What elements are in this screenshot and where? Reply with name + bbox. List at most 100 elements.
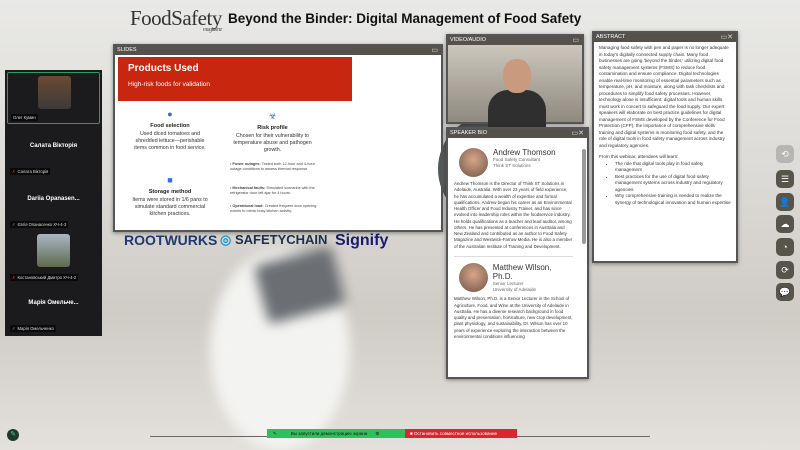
participant-video [37,234,70,267]
maximize-close-icon[interactable]: ▭✕ [572,129,584,138]
share-status-text: Вы запустили демонстрацию экрана [290,431,368,436]
maximize-icon[interactable]: ▭ [431,46,438,55]
participant-display-name: Салата Вікторія [29,143,78,149]
cloud-transfer-icon[interactable]: ☁ [776,215,794,233]
participant-label: Марія Омельченко [17,326,54,331]
safetychain-logo-icon: ◎ [220,232,235,247]
slide-bullet: • Power outages: Tested both 12-hour and… [230,162,315,171]
biohazard-icon: ☣ [268,111,277,121]
maximize-icon[interactable]: ▭ [572,36,579,45]
bio-header[interactable]: SPEAKER BIO ▭✕ [448,129,587,138]
stop-sharing-label: Остановить совместное использование [413,431,498,436]
abstract-header[interactable]: ABSTRACT ▭✕ [594,33,736,42]
slide-bullet: • Operational load: Created frequent doo… [230,204,317,213]
abstract-point: Best practices for the use of digital fo… [615,174,731,194]
participant-name: ✗ Салата Вікторія [10,168,51,175]
food-selection-title: Food selection [150,123,190,130]
risk-title: Risk profile [257,125,288,132]
bullet-bold: Mechanical faults: [232,186,266,190]
risk-text: Chosen for their vulnerability to temper… [233,132,312,153]
slide-bullet: • Mechanical faults: Simulated scenarios… [230,186,315,195]
user-check-icon[interactable]: 👤 [776,193,794,211]
participant-name: ✗ Євгія Опанасенко ХЧ-4-3 [10,221,69,228]
gauge-icon[interactable]: ◔ [776,238,794,256]
participant-label: Євгія Опанасенко ХЧ-4-3 [17,222,67,227]
chat-icon[interactable]: 💬 [776,283,794,301]
risk-block: ☣ Risk profile Chosen for their vulnerabil… [230,110,315,154]
bio-content: Andrew Thomson Food Safety Consultant Thin… [448,138,579,377]
abstract-header-label: ABSTRACT [596,34,626,40]
mic-muted-icon: ✗ [12,275,16,280]
participant-name: ✗ Марія Омельченко [10,325,56,332]
screen-share-status[interactable]: ✎ Вы запустили демонстрацию экрана ⚙ [267,429,405,438]
page-title: Beyond the Binder: Digital Management of… [228,11,582,26]
participant-name: Олег Кумин [11,114,38,121]
slide-title: Products Used [128,63,199,74]
video-header-label: VIDEO/AUDIO [450,37,487,43]
abstract-point: Why comprehensive training is needed to … [615,193,731,206]
settings-icon[interactable]: ⚙ [375,431,379,436]
participant-tile[interactable]: Олег Кумин [7,72,100,124]
slides-header[interactable]: SLIDES ▭ [115,46,441,55]
speaker-org: Think ST Solutions [493,162,531,168]
group-refresh-icon[interactable]: ⟳ [776,261,794,279]
bio-header-label: SPEAKER BIO [450,130,487,136]
bio-scrollbar[interactable] [582,149,586,244]
participant-label: Костановський Дмитро ХЧ-4-2 [17,275,77,280]
participants-panel: Олег Кумин Салата Вікторія ✗ Салата Віктор… [5,70,102,336]
video-window[interactable]: VIDEO/AUDIO ▭ [446,34,584,130]
stop-sharing-button[interactable]: ■ Остановить совместное использование [405,429,517,438]
storage-block: ■ Storage method Items were stored in 1/6 … [130,174,210,218]
speaker-video [448,45,582,130]
bullet-bold: Operational load: [232,204,264,208]
avatar [459,148,488,177]
divider [454,255,573,257]
storage-title: Storage method [148,189,192,196]
storage-text: Items were stored in 1/6 pans to simulat… [132,196,208,217]
participant-name: ✗ Костановський Дмитро ХЧ-4-2 [10,274,79,281]
food-selection-block: ● Food selection Used diced tomatoes and s… [130,108,210,152]
reset-layout-icon[interactable]: ⟲ [776,145,794,163]
participant-video [38,76,71,109]
participant-tile[interactable]: ✗ Костановський Дмитро ХЧ-4-2 [7,231,100,283]
participant-label: Салата Вікторія [17,169,49,174]
speaker-bio-text: Matthew Wilson, Ph.D. is a Senior Lectur… [454,296,573,339]
abstract-window[interactable]: ABSTRACT ▭✕ Managing food safety with pen… [592,31,738,263]
bullet-bold: Power outages: [232,162,261,166]
mic-muted-icon: ✗ [12,326,16,331]
video-header[interactable]: VIDEO/AUDIO ▭ [448,36,582,45]
speaker-bio-window[interactable]: SPEAKER BIO ▭✕ Andrew Thomson Food Safety … [446,127,589,379]
speaker-name: Andrew Thomson [493,148,556,157]
speaker-org: University of Adelaide [492,286,537,292]
apple-icon: ● [167,109,173,119]
participant-tile[interactable]: Салата Вікторія ✗ Салата Вікторія [7,125,100,177]
slide-subtitle: High-risk foods for validation [128,81,211,88]
participant-display-name: Марія Омельче... [28,300,79,306]
participant-display-name: Dariia Opanasen... [27,196,80,202]
menu-icon[interactable]: ☰ [776,170,794,188]
maximize-close-icon[interactable]: ▭✕ [721,33,733,42]
abstract-point: The role that digital tools play in food… [615,161,731,174]
sponsor-rootwurks: ROOTWURKS [124,232,218,248]
slides-header-label: SLIDES [117,47,137,53]
food-selection-text: Used diced tomatoes and shredded lettuce… [134,130,206,151]
abstract-points: The role that digital tools play in food… [615,161,731,207]
slides-window[interactable]: SLIDES ▭ Products Used High-risk foods fo… [113,44,538,232]
pin-icon: ✎ [273,431,277,436]
sponsor-safetychain: ◎ SAFETYCHAIN [220,232,327,248]
speaker-card: Matthew Wilson, Ph.D. Senior Lecturer Univ… [459,262,573,293]
speaker-name: Matthew Wilson, Ph.D. [492,262,552,281]
participant-tile[interactable]: Dariia Opanasen... ✗ Євгія Опанасенко ХЧ-4… [7,178,100,230]
box-icon: ■ [167,175,173,185]
foodsafety-logo: FoodSafety magazine [130,6,222,33]
mic-muted-icon: ✗ [12,222,16,227]
abstract-content: Managing food safety with pen and paper … [594,42,736,209]
speaker-card: Andrew Thomson Food Safety Consultant Thin… [459,148,573,177]
edit-icon[interactable]: ✎ [7,429,19,441]
mic-muted-icon: ✗ [12,169,16,174]
abstract-body: Managing food safety with pen and paper … [599,45,729,148]
avatar [459,262,488,292]
sponsor-signify: Signify [335,232,389,249]
participant-tile[interactable]: Марія Омельче... ✗ Марія Омельченко [7,282,100,334]
participant-label: Олег Кумин [13,115,36,120]
